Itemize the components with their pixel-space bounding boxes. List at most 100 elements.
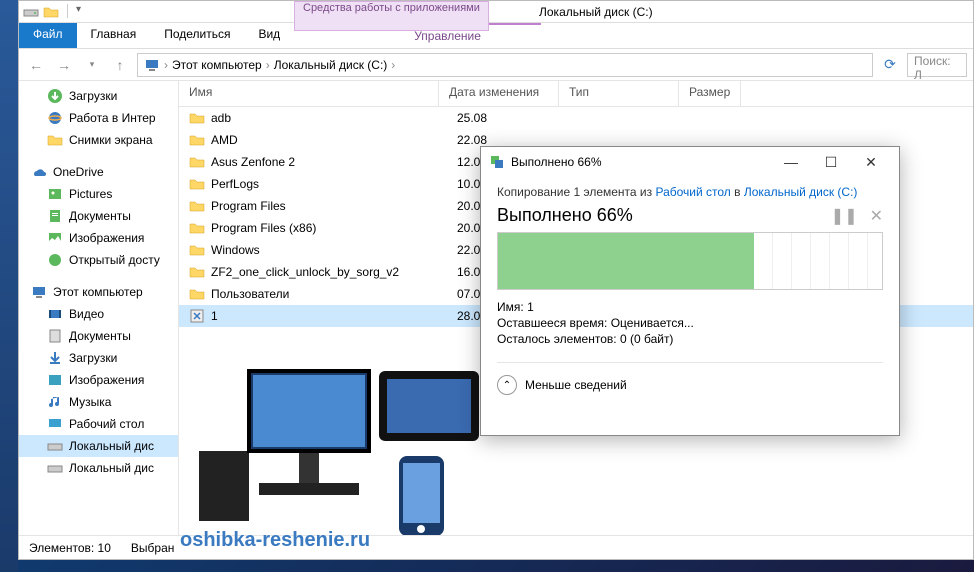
folder-icon [189,286,205,302]
chevron-up-icon: ⌃ [497,375,517,395]
folder-icon [189,132,205,148]
dialog-body: Копирование 1 элемента из Рабочий стол в… [481,177,899,403]
col-type[interactable]: Тип [559,81,679,106]
sidebar-item-label: Снимки экрана [69,133,153,147]
sidebar-item-label: Загрузки [69,89,117,103]
file-name: ZF2_one_click_unlock_by_sorg_v2 [211,265,451,279]
tab-home[interactable]: Главная [77,23,151,48]
sidebar-item-music[interactable]: Музыка [19,391,178,413]
window-title: Локальный диск (C:) [539,5,653,19]
detail-name: Имя: 1 [497,300,883,314]
sidebar-item-video[interactable]: Видео [19,303,178,325]
sidebar-item-downloads2[interactable]: Загрузки [19,347,178,369]
pc-icon [31,284,47,300]
file-name: AMD [211,133,451,147]
sidebar-item-label: Локальный дис [69,439,154,453]
breadcrumb-root[interactable]: Этот компьютер [172,58,262,72]
tab-view[interactable]: Вид [244,23,294,48]
copy-description: Копирование 1 элемента из Рабочий стол в… [497,185,883,199]
breadcrumb[interactable]: › Этот компьютер › Локальный диск (C:) › [137,53,873,77]
download-icon [47,88,63,104]
file-name: Program Files [211,199,451,213]
docs-icon [47,208,63,224]
detail-time: Оставшееся время: Оценивается... [497,316,883,330]
sidebar: Загрузки Работа в Интер Снимки экрана On… [19,81,179,535]
sidebar-item-label: Документы [69,209,131,223]
minimize-button[interactable]: — [771,147,811,177]
search-input[interactable]: Поиск: Л [907,53,967,77]
copy-dialog-icon [489,154,505,170]
chevron-right-icon: › [391,58,395,72]
chevron-right-icon: › [266,58,270,72]
sidebar-item-public[interactable]: Открытый досту [19,249,178,271]
refresh-button[interactable]: ⟳ [879,54,901,76]
up-button[interactable]: ↑ [109,54,131,76]
file-name: Windows [211,243,451,257]
contextual-tab-header: Средства работы с приложениями [294,1,489,31]
sidebar-item-label: Этот компьютер [53,285,143,299]
maximize-button[interactable]: ☐ [811,147,851,177]
video-icon [47,306,63,322]
dialog-titlebar[interactable]: Выполнено 66% — ☐ ✕ [481,147,899,177]
file-name: adb [211,111,451,125]
music-icon [47,394,63,410]
col-name[interactable]: Имя [179,81,439,106]
less-details-toggle[interactable]: ⌃ Меньше сведений [497,362,883,395]
sidebar-item-screenshots[interactable]: Снимки экрана [19,129,178,151]
close-button[interactable]: ✕ [851,147,891,177]
file-name: Asus Zenfone 2 [211,155,451,169]
file-row[interactable]: adb 25.08 [179,107,973,129]
sidebar-item-label: OneDrive [53,165,104,179]
col-size[interactable]: Размер [679,81,741,106]
col-date[interactable]: Дата изменения [439,81,559,106]
progress-label-row: Выполнено 66% ❚❚ ✕ [497,205,883,226]
sidebar-item-label: Локальный дис [69,461,154,475]
sidebar-item-desktop[interactable]: Рабочий стол [19,413,178,435]
folder-icon [189,154,205,170]
sidebar-item-docs2[interactable]: Документы [19,325,178,347]
less-details-label: Меньше сведений [525,378,627,392]
separator [67,4,68,18]
pause-button[interactable]: ❚❚ [831,206,858,226]
sidebar-item-pictures[interactable]: Pictures [19,183,178,205]
folder-icon [189,264,205,280]
drive-icon [23,4,39,20]
progress-bar [497,232,883,290]
tab-share[interactable]: Поделиться [150,23,244,48]
preview-devices-image [189,341,489,535]
back-button[interactable]: ← [25,54,47,76]
sidebar-item-docs[interactable]: Документы [19,205,178,227]
copy-source-link[interactable]: Рабочий стол [655,185,730,199]
sidebar-item-label: Работа в Интер [69,111,156,125]
sidebar-item-images2[interactable]: Изображения [19,369,178,391]
images-icon [47,372,63,388]
onedrive-icon [31,164,47,180]
qat-dropdown-icon[interactable]: ▾ [76,4,81,20]
pictures-icon [47,186,63,202]
file-name: Program Files (x86) [211,221,451,235]
app-icon [189,308,205,324]
forward-button[interactable]: → [53,54,75,76]
sidebar-item-drive-c[interactable]: Локальный дис [19,435,178,457]
sidebar-onedrive[interactable]: OneDrive [19,161,178,183]
folder-icon [189,176,205,192]
sidebar-thispc[interactable]: Этот компьютер [19,281,178,303]
sidebar-item-downloads[interactable]: Загрузки [19,85,178,107]
breadcrumb-drive[interactable]: Локальный диск (C:) [274,58,388,72]
sidebar-item-images[interactable]: Изображения [19,227,178,249]
recent-dropdown-icon[interactable]: ▾ [81,54,103,76]
ie-icon [47,110,63,126]
detail-remaining: Осталось элементов: 0 (0 байт) [497,332,883,346]
cancel-button[interactable]: ✕ [870,206,883,226]
tab-file[interactable]: Файл [19,23,77,48]
folder-icon [189,220,205,236]
sidebar-item-ie[interactable]: Работа в Интер [19,107,178,129]
sidebar-item-label: Документы [69,329,131,343]
folder-icon [189,110,205,126]
copy-dest-link[interactable]: Локальный диск (C:) [744,185,858,199]
file-date: 25.08 [457,111,577,125]
sidebar-item-drive-d[interactable]: Локальный дис [19,457,178,479]
column-headers: Имя Дата изменения Тип Размер [179,81,973,107]
status-selected: Выбран [131,541,174,555]
copy-prefix: Копирование 1 элемента из [497,185,655,199]
